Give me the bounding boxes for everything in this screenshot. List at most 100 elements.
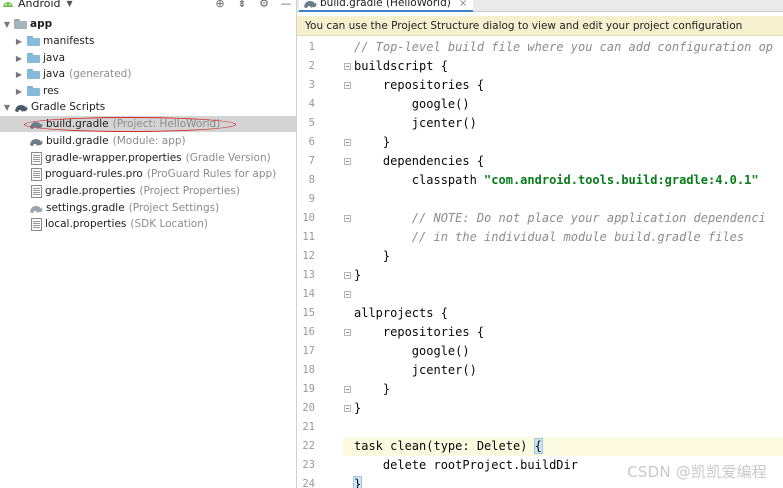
tree-item-label: build.gradle (46, 135, 109, 147)
code-line-20[interactable]: } (354, 399, 361, 418)
code-area[interactable]: 1 2 3 4 5 6 7 8 9 10 11 12 13 14 15 16 1… (297, 38, 783, 488)
chevron-down-icon: ▼ (66, 0, 73, 8)
tree-item-local-properties[interactable]: local.properties (SDK Location) (0, 216, 296, 232)
string-literal: "com.android.tools.build:gradle:4.0.1" (484, 173, 759, 187)
tree-item-label: local.properties (45, 218, 127, 230)
project-pane-header: Android ▼ ⊕ ⇟ ⚙ — (0, 0, 296, 12)
code-line-12[interactable]: } (354, 247, 390, 266)
line-number-gutter: 1 2 3 4 5 6 7 8 9 10 11 12 13 14 15 16 1… (297, 38, 343, 488)
collapse-arrow-icon[interactable]: ▶ (14, 87, 24, 96)
tree-item-build-gradle-project[interactable]: build.gradle (Project: HelloWorld) (0, 116, 296, 132)
line-number: 21 (302, 421, 315, 433)
tree-item-hint: (generated) (69, 68, 132, 80)
line-number: 7 (308, 155, 315, 167)
tree-item-settings-gradle[interactable]: settings.gradle (Project Settings) (0, 200, 296, 216)
collapse-all-icon[interactable]: ⇟ (236, 0, 248, 10)
line-number: 1 (308, 41, 315, 53)
tree-item-gradle-properties[interactable]: gradle.properties (Project Properties) (0, 183, 296, 199)
tree-item-label: manifests (43, 35, 95, 47)
code-line-2[interactable]: buildscript { (354, 57, 448, 76)
fold-toggle-icon[interactable] (344, 63, 351, 70)
fold-toggle-icon[interactable] (344, 158, 351, 165)
code-line-13[interactable]: } (354, 266, 361, 285)
tree-item-hint: (Project Properties) (139, 185, 240, 197)
resources-folder-icon (27, 86, 40, 96)
line-number: 18 (302, 364, 315, 376)
fold-toggle-icon[interactable] (344, 329, 351, 336)
tree-item-label: res (43, 85, 60, 97)
code-line-18[interactable]: jcenter() (354, 361, 477, 380)
code-line-10[interactable]: // NOTE: Do not place your application d… (354, 209, 766, 228)
line-number: 3 (308, 79, 315, 91)
properties-file-icon (31, 151, 42, 165)
code-line-5[interactable]: jcenter() (354, 114, 477, 133)
fold-toggle-icon[interactable] (344, 405, 351, 412)
properties-file-icon (31, 167, 42, 181)
line-number: 23 (302, 459, 315, 471)
code-line-17[interactable]: google() (354, 342, 470, 361)
tree-item-res[interactable]: ▶ res (0, 83, 296, 99)
notification-text: You can use the Project Structure dialog… (305, 19, 743, 32)
tab-build-gradle[interactable]: build.gradle (HelloWorld) × (299, 0, 474, 12)
line-number: 8 (308, 174, 315, 186)
code-line-4[interactable]: google() (354, 95, 470, 114)
code-line-3[interactable]: repositories { (354, 76, 484, 95)
tree-item-label: Gradle Scripts (31, 101, 106, 113)
tree-item-manifests[interactable]: ▶ manifests (0, 33, 296, 49)
close-icon[interactable]: × (459, 0, 467, 9)
editor-tab-bar: build.gradle (HelloWorld) × (297, 0, 783, 12)
code-line-8[interactable]: classpath "com.android.tools.build:gradl… (354, 171, 759, 190)
tree-item-label: app (30, 18, 53, 30)
project-pane: Android ▼ ⊕ ⇟ ⚙ — ▼ app ▶ manifests ▶ ja… (0, 0, 296, 488)
fold-toggle-icon[interactable] (344, 386, 351, 393)
tree-item-gradle-wrapper-properties[interactable]: gradle-wrapper.properties (Gradle Versio… (0, 150, 296, 166)
tree-item-java-generated[interactable]: ▶ java (generated) (0, 66, 296, 82)
expand-arrow-icon[interactable]: ▼ (2, 103, 12, 112)
fold-toggle-icon[interactable] (344, 215, 351, 222)
module-folder-icon (14, 19, 27, 29)
gradle-icon (304, 0, 317, 8)
tree-item-hint: (SDK Location) (130, 218, 208, 230)
code-line-11[interactable]: // in the individual module build.gradle… (354, 228, 744, 247)
collapse-arrow-icon[interactable]: ▶ (14, 70, 24, 79)
gear-icon[interactable]: ⚙ (258, 0, 270, 10)
gradle-icon (30, 205, 43, 213)
collapse-arrow-icon[interactable]: ▶ (14, 37, 24, 46)
gradle-icon (30, 121, 43, 129)
tree-item-proguard-rules[interactable]: proguard-rules.pro (ProGuard Rules for a… (0, 166, 296, 182)
code-line-22[interactable]: task clean(type: Delete) { (343, 437, 783, 456)
expand-arrow-icon[interactable]: ▼ (2, 20, 12, 29)
line-number: 9 (308, 193, 315, 205)
code-line-24[interactable]: } (352, 475, 363, 488)
tab-label: build.gradle (HelloWorld) (320, 0, 451, 9)
tree-item-build-gradle-module[interactable]: build.gradle (Module: app) (0, 133, 296, 149)
code-line-23[interactable]: delete rootProject.buildDir (354, 456, 578, 475)
tree-item-app[interactable]: ▼ app (0, 16, 296, 32)
properties-file-icon (31, 217, 42, 231)
code-line-19[interactable]: } (354, 380, 390, 399)
fold-toggle-icon[interactable] (344, 139, 351, 146)
fold-toggle-icon[interactable] (344, 82, 351, 89)
code-line-15[interactable]: allprojects { (354, 304, 448, 323)
tree-item-hint: (Gradle Version) (185, 152, 271, 164)
locate-icon[interactable]: ⊕ (214, 0, 226, 10)
code-text: task clean(type: Delete) (354, 439, 535, 453)
fold-toggle-icon[interactable] (344, 272, 351, 279)
collapse-arrow-icon[interactable]: ▶ (14, 54, 24, 63)
tree-item-label: gradle-wrapper.properties (45, 152, 182, 164)
code-line-1[interactable]: // Top-level build file where you can ad… (354, 38, 773, 57)
code-line-7[interactable]: dependencies { (354, 152, 484, 171)
minimize-icon[interactable]: — (280, 0, 292, 10)
line-number: 11 (302, 231, 315, 243)
line-number: 17 (302, 345, 315, 357)
code-line-6[interactable]: } (354, 133, 390, 152)
folder-icon (27, 53, 40, 63)
tree-item-java[interactable]: ▶ java (0, 50, 296, 66)
line-number: 14 (302, 288, 315, 300)
fold-toggle-icon[interactable] (344, 291, 351, 298)
tree-item-gradle-scripts[interactable]: ▼ Gradle Scripts (0, 99, 296, 115)
gradle-icon (15, 104, 28, 112)
code-line-16[interactable]: repositories { (354, 323, 484, 342)
properties-file-icon (31, 184, 42, 198)
project-view-selector[interactable]: Android ▼ (2, 0, 73, 10)
